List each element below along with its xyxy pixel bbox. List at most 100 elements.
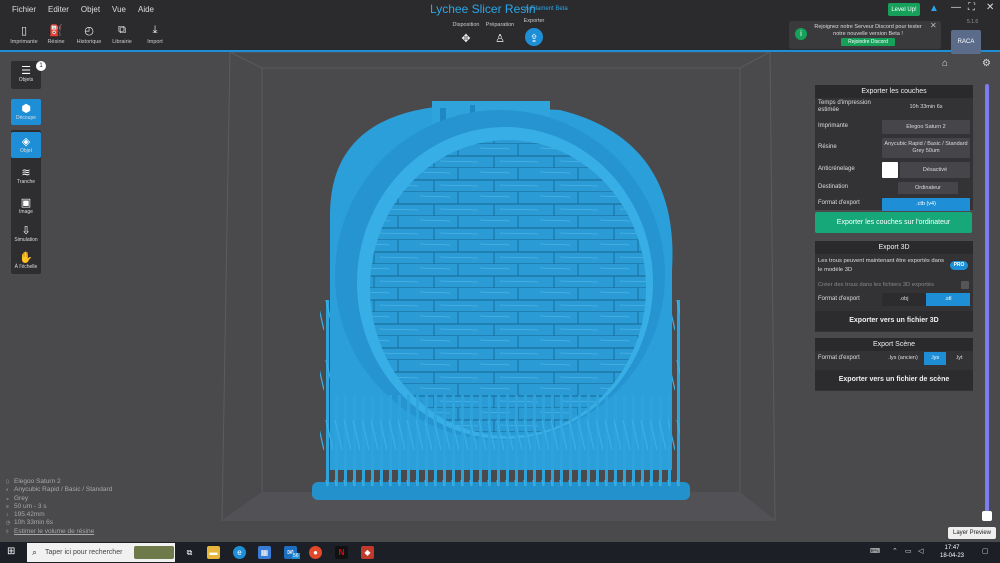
export-3d-panel: Export 3D Les trous peuvent maintenant ê…	[815, 241, 973, 332]
printer-small-icon: ▯	[6, 479, 9, 485]
scale-button[interactable]: ✋ À l'échelle	[11, 248, 41, 274]
tool-label: Import	[147, 39, 163, 45]
resin-small-icon: ◐	[6, 487, 10, 494]
export-icon: ⇪	[523, 26, 545, 48]
image-view-label: Image	[19, 209, 33, 215]
format-label: Format d'export	[818, 200, 860, 206]
holes-checkbox[interactable]	[961, 281, 969, 289]
task-view-icon[interactable]: ⧉	[183, 546, 196, 559]
notifications-icon[interactable]: ▢	[982, 547, 989, 555]
file-explorer-icon[interactable]: ▬	[207, 546, 220, 559]
destination-select[interactable]: Ordinateur	[898, 182, 958, 194]
import-tool[interactable]: ⤓ Import	[135, 24, 175, 45]
lychee-app-icon[interactable]: ◆	[361, 546, 374, 559]
close-notification-icon[interactable]: ✕	[930, 21, 937, 30]
print-time-label: Temps d'impression estimée	[818, 100, 871, 113]
export-3d-title: Export 3D	[815, 241, 973, 254]
join-discord-button[interactable]: Rejoindre Discord	[841, 38, 895, 46]
resin-row: Résine Anycubic Rapid / Basic / Standard…	[815, 136, 973, 160]
hand-icon: ✋	[19, 252, 33, 264]
destination-row: Destination Ordinateur	[815, 180, 973, 196]
mode-preparation[interactable]: Préparation ♙	[482, 22, 518, 45]
export-3d-notice: Les trous peuvent maintenant être export…	[818, 258, 945, 273]
chrome-icon[interactable]: ●	[309, 546, 322, 559]
menu-editer[interactable]: Editer	[48, 5, 69, 14]
slice-label: Découpe	[15, 115, 36, 121]
objects-count-badge: 1	[36, 61, 46, 71]
printer-select[interactable]: Elegoo Saturn 2	[882, 120, 970, 134]
profile-avatar[interactable]: RACA	[951, 30, 981, 54]
edge-icon[interactable]: e	[233, 546, 246, 559]
slice-icon: ⬢	[21, 103, 31, 115]
netflix-icon[interactable]: N	[335, 546, 348, 559]
store-icon[interactable]: ▦	[258, 546, 271, 559]
move-icon: ✥	[461, 33, 471, 45]
network-icon[interactable]: ▭	[905, 547, 912, 555]
export-layers-button[interactable]: Exporter les couches sur l'ordinateur	[815, 212, 972, 233]
menu-objet[interactable]: Objet	[81, 5, 100, 14]
export-layers-title: Exporter les couches	[815, 85, 973, 98]
export-3d-button[interactable]: Exporter vers un fichier 3D	[815, 311, 973, 331]
tray-chevron-icon[interactable]: ⌃	[892, 547, 898, 555]
maximize-icon[interactable]: ⛶	[968, 2, 975, 13]
level-up-button[interactable]: Level Up!	[888, 3, 920, 16]
mode-exporter[interactable]: Exporter ⇪	[516, 18, 552, 48]
color-small-icon: ◒	[6, 495, 10, 502]
layer-small-icon: ≡	[6, 503, 9, 510]
simulation-icon: ⇩	[21, 225, 31, 237]
keyboard-icon[interactable]: ⌨	[870, 547, 880, 555]
tool-label: Résine	[47, 39, 65, 45]
format-lys-old-option[interactable]: .lys (ancien)	[882, 352, 924, 365]
warning-icon[interactable]: ▲	[929, 3, 939, 14]
estimate-resin-link[interactable]: Estimer le volume de résine	[14, 528, 94, 535]
app-subtitle: & Filament Beta	[525, 6, 568, 12]
pro-badge: PRO	[950, 261, 968, 270]
format-stl-option[interactable]: .stl	[926, 293, 970, 306]
mode-label: Préparation	[485, 22, 515, 28]
holes-option-label: Créer des trous dans les fichiers 3D exp…	[818, 282, 934, 288]
mail-badge: 56	[292, 553, 300, 559]
menu-aide[interactable]: Aide	[138, 5, 154, 14]
layer-slider-track[interactable]	[985, 84, 989, 514]
format-lys-option[interactable]: .lys	[924, 352, 946, 365]
taskbar-clock[interactable]: 17:47 18-04-23	[940, 544, 964, 560]
printer-label: Imprimante	[818, 123, 849, 129]
image-view-button[interactable]: ▣ Image	[11, 193, 41, 219]
mode-disposition[interactable]: Disposition ✥	[448, 22, 484, 45]
info-resin: Anycubic Rapid / Basic / Standard	[14, 486, 113, 494]
speaker-icon[interactable]: ◁	[918, 547, 923, 555]
close-icon[interactable]: ✕	[986, 2, 994, 13]
info-icon: i	[795, 28, 807, 40]
clock-small-icon: ◷	[6, 520, 11, 527]
menu-fichier[interactable]: Fichier	[12, 5, 36, 14]
layers-icon: ◈	[21, 136, 31, 148]
antialiasing-select[interactable]: Désactivé	[900, 162, 970, 178]
slice-button[interactable]: ⬢ Découpe	[11, 99, 41, 125]
export-3d-format-label: Format d'export	[818, 296, 860, 302]
search-placeholder: Taper ici pour rechercher	[45, 549, 123, 556]
notification-message: Rejoignez notre Serveur Discord pour tes…	[814, 24, 922, 37]
format-select[interactable]: .ctb (v4)	[882, 198, 970, 211]
resin-select[interactable]: Anycubic Rapid / Basic / Standard Grey 5…	[882, 138, 970, 158]
layer-slider-handle[interactable]	[982, 511, 992, 521]
destination-label: Destination	[818, 184, 849, 190]
format-lyt-option[interactable]: .lyt	[948, 352, 970, 365]
clock-date: 18-04-23	[940, 553, 965, 559]
windows-start-icon[interactable]: ⊞	[7, 546, 15, 557]
search-icon: ⌕	[32, 547, 38, 557]
object-view-button[interactable]: ◈ Objet	[11, 132, 41, 158]
minimize-icon[interactable]: —	[951, 2, 961, 13]
menu-vue[interactable]: Vue	[112, 5, 126, 14]
format-obj-option[interactable]: .obj	[882, 293, 926, 306]
discord-notification: i Rejoignez notre Serveur Discord pour t…	[789, 21, 941, 49]
slice-view-button[interactable]: ≋ Tranche	[11, 163, 41, 189]
tool-label: Librairie	[112, 39, 132, 45]
export-scene-button[interactable]: Exporter vers un fichier de scène	[815, 370, 973, 390]
printer-row: Imprimante Elegoo Saturn 2	[815, 118, 973, 136]
slices-icon: ≋	[21, 167, 31, 179]
scale-label: À l'échelle	[14, 264, 38, 270]
format-row: Format d'export .ctb (v4)	[815, 196, 973, 212]
info-time: 10h 33min 6s	[14, 519, 54, 527]
simulation-button[interactable]: ⇩ Simulation	[11, 221, 41, 247]
object-view-label: Objet	[20, 148, 32, 154]
